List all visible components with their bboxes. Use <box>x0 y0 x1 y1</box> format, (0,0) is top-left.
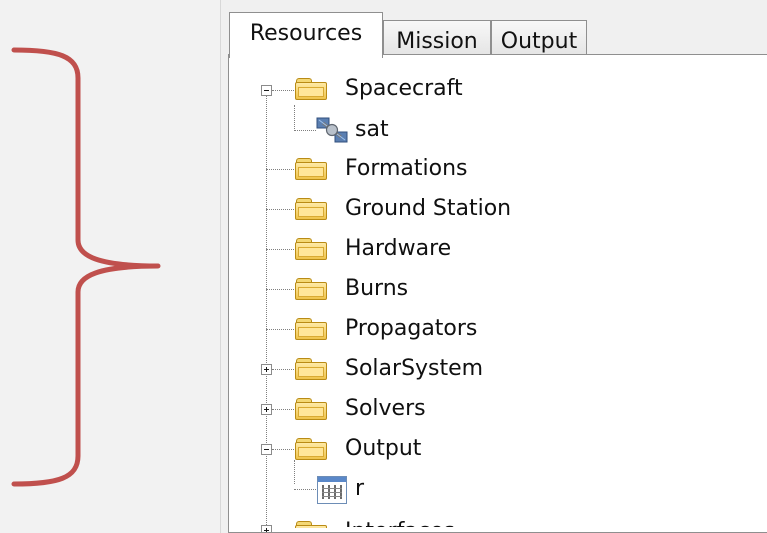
solvers-expand-toggle[interactable] <box>261 404 272 415</box>
tree-item-r[interactable]: r <box>355 478 364 500</box>
tab-output-label: Output <box>500 29 578 54</box>
report-icon <box>317 476 347 504</box>
tab-mission[interactable]: Mission <box>383 20 491 58</box>
burns-folder-icon <box>295 277 329 301</box>
annotation-brace <box>11 47 161 487</box>
tree-item-propagators[interactable]: Propagators <box>345 318 477 340</box>
satellite-icon <box>316 117 348 143</box>
tree-item-sat[interactable]: sat <box>355 119 389 141</box>
tab-mission-label: Mission <box>396 29 478 54</box>
solar-system-expand-toggle[interactable] <box>261 364 272 375</box>
interfaces-folder-icon <box>295 520 329 528</box>
tree-item-interfaces[interactable]: Interfaces <box>345 521 455 527</box>
tree-root-connector <box>266 91 267 531</box>
tab-resources[interactable]: Resources <box>229 12 383 58</box>
output-folder-icon <box>295 437 329 461</box>
spacecraft-folder-icon <box>295 77 329 101</box>
tree-item-solar-system[interactable]: SolarSystem <box>345 358 483 380</box>
propagators-folder-icon <box>295 317 329 341</box>
interfaces-expand-toggle[interactable] <box>261 525 272 532</box>
output-collapse-toggle[interactable] <box>261 444 272 455</box>
tree-item-output[interactable]: Output <box>345 438 421 460</box>
formations-folder-icon <box>295 157 329 181</box>
tab-resources-label: Resources <box>249 21 363 46</box>
tab-output[interactable]: Output <box>491 20 587 58</box>
hardware-folder-icon <box>295 237 329 261</box>
tree-item-hardware[interactable]: Hardware <box>345 238 451 260</box>
tree-item-burns[interactable]: Burns <box>345 278 408 300</box>
solar-system-folder-icon <box>295 357 329 381</box>
tree-item-formations[interactable]: Formations <box>345 158 468 180</box>
tree-item-spacecraft[interactable]: Spacecraft <box>345 78 463 100</box>
resource-panel: Resources Mission Output Spacecraft sat … <box>220 0 767 533</box>
output-child-connector <box>294 460 295 484</box>
solvers-folder-icon <box>295 397 329 421</box>
tree-item-solvers[interactable]: Solvers <box>345 398 426 420</box>
resource-tree: Spacecraft sat Formations Ground Station… <box>228 54 767 533</box>
ground-station-folder-icon <box>295 197 329 221</box>
spacecraft-child-connector <box>294 105 295 129</box>
spacecraft-collapse-toggle[interactable] <box>261 85 272 96</box>
tree-item-ground-station[interactable]: Ground Station <box>345 198 511 220</box>
